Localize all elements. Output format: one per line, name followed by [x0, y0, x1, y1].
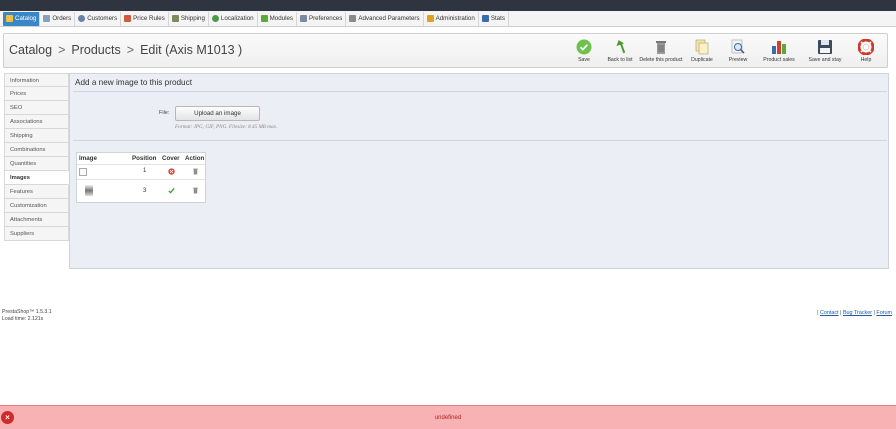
sidebar-item-suppliers[interactable]: Suppliers: [4, 227, 69, 241]
column-header-cover: Cover: [162, 155, 180, 162]
sidebar-item-seo[interactable]: SEO: [4, 101, 69, 115]
tab-localization[interactable]: Localization: [209, 11, 258, 26]
breadcrumb-products[interactable]: Products: [71, 43, 120, 57]
column-header-position: Position: [132, 155, 157, 162]
bug-tracker-link[interactable]: Bug Tracker: [843, 310, 872, 316]
product-image-thumbnail: [85, 185, 93, 196]
divider: [73, 140, 887, 141]
not-cover-icon[interactable]: [168, 168, 175, 175]
sidebar-item-shipping[interactable]: Shipping: [4, 129, 69, 143]
load-time-text: Load time: 2.121s: [2, 316, 44, 322]
stats-icon: [481, 15, 489, 22]
tab-customers[interactable]: Customers: [75, 11, 122, 26]
tab-stats[interactable]: Stats: [479, 11, 509, 26]
sidebar-item-customization[interactable]: Customization: [4, 199, 69, 213]
sidebar-item-quantities[interactable]: Quantities: [4, 157, 69, 171]
price-rules-icon: [124, 15, 132, 22]
shipping-icon: [171, 15, 179, 22]
customers-icon: [78, 15, 86, 22]
file-label: File:: [159, 110, 170, 116]
delete-image-icon[interactable]: [192, 187, 199, 194]
delete-product-button[interactable]: Delete this product: [638, 39, 684, 63]
preview-button[interactable]: Preview: [720, 39, 756, 63]
admin-top-bar: [0, 0, 896, 11]
toolbar-actions: Save Back to list Delete this product Du…: [566, 39, 884, 63]
breadcrumb-catalog[interactable]: Catalog: [9, 43, 52, 57]
sidebar-item-information[interactable]: Information: [4, 73, 69, 87]
puzzle-icon: [260, 15, 268, 22]
breadcrumb: Catalog > Products > Edit (Axis M1013 ): [9, 43, 242, 57]
sidebar-item-images[interactable]: Images: [4, 171, 69, 185]
breadcrumb-separator: >: [126, 43, 135, 57]
duplicate-icon: [695, 39, 709, 55]
sidebar-item-features[interactable]: Features: [4, 185, 69, 199]
column-header-image: Image: [79, 155, 97, 162]
sidebar-item-combinations[interactable]: Combinations: [4, 143, 69, 157]
back-to-list-button[interactable]: Back to list: [602, 39, 638, 63]
broken-image-thumbnail: [79, 168, 87, 176]
table-row: 3: [77, 180, 205, 202]
cover-checkmark-icon[interactable]: [168, 187, 175, 194]
contact-link[interactable]: Contact: [820, 310, 839, 316]
product-tabs-sidebar: Information Prices SEO Associations Ship…: [4, 73, 69, 241]
magnifier-icon: [731, 39, 745, 54]
tab-price-rules[interactable]: Price Rules: [121, 11, 169, 26]
tab-shipping[interactable]: Shipping: [169, 11, 209, 26]
main-menu: Catalog Orders Customers Price Rules Shi…: [0, 11, 896, 27]
product-sales-button[interactable]: Product sales: [756, 39, 802, 63]
tab-catalog[interactable]: Catalog: [3, 11, 41, 26]
tab-modules[interactable]: Modules: [258, 11, 297, 26]
globe-icon: [211, 15, 219, 22]
duplicate-button[interactable]: Duplicate: [684, 39, 720, 63]
page-title: Edit (Axis M1013 ): [140, 43, 243, 57]
back-arrow-icon: [616, 40, 626, 54]
error-message: undefined: [434, 415, 462, 421]
help-button[interactable]: Help: [848, 39, 884, 63]
table-row: 1: [77, 165, 205, 179]
version-text: PrestaShop™ 1.5.3.1: [2, 309, 52, 315]
forum-link[interactable]: Forum: [876, 310, 892, 316]
breadcrumb-separator: >: [58, 43, 66, 57]
error-notification: × undefined: [0, 405, 896, 429]
page-toolbar: Catalog > Products > Edit (Axis M1013 ) Save…: [3, 33, 888, 68]
save-button[interactable]: Save: [566, 39, 602, 63]
position-value: 3: [143, 188, 147, 194]
images-panel: Add a new image to this product File: Up…: [69, 73, 889, 269]
format-hint: Format: JPG, GIF, PNG. Filesize: 8.45 MB…: [175, 124, 278, 130]
checkmark-icon: [576, 39, 592, 55]
delete-image-icon[interactable]: [192, 168, 199, 175]
save-and-stay-button[interactable]: Save and stay: [802, 39, 848, 63]
divider: [73, 91, 887, 92]
sidebar-item-associations[interactable]: Associations: [4, 115, 69, 129]
footer-links: | Contact | Bug Tracker | Forum: [817, 310, 892, 316]
wrench-icon: [349, 15, 357, 22]
position-value: 1: [143, 168, 147, 174]
tab-advanced-parameters[interactable]: Advanced Parameters: [346, 11, 424, 26]
tab-preferences[interactable]: Preferences: [297, 11, 347, 26]
footer-info: PrestaShop™ 1.5.3.1 Load time: 2.121s: [2, 309, 52, 323]
catalog-icon: [6, 15, 13, 22]
upload-image-button[interactable]: Upload an image: [175, 106, 260, 121]
bar-chart-icon: [772, 41, 786, 54]
sidebar-item-attachments[interactable]: Attachments: [4, 213, 69, 227]
sidebar-item-prices[interactable]: Prices: [4, 87, 69, 101]
images-table: Image Position Cover Action 1 3: [76, 152, 206, 203]
column-header-action: Action: [185, 155, 205, 162]
tab-orders[interactable]: Orders: [40, 11, 76, 26]
lifebuoy-icon: [858, 39, 874, 55]
key-icon: [426, 15, 434, 22]
trash-icon: [656, 41, 666, 54]
orders-icon: [43, 15, 51, 22]
tab-administration[interactable]: Administration: [424, 11, 479, 26]
preferences-icon: [299, 15, 307, 22]
panel-title: Add a new image to this product: [75, 78, 192, 87]
floppy-disk-icon: [818, 40, 832, 54]
